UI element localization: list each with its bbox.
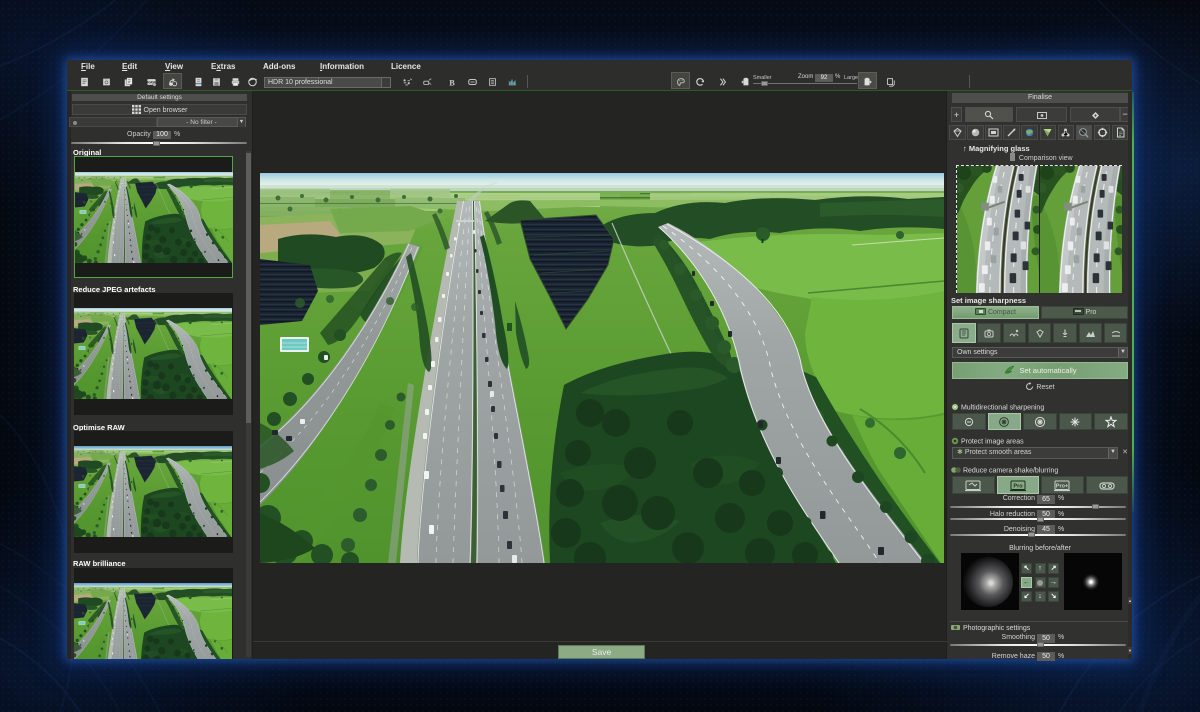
svg-text:Pro+: Pro+	[1056, 483, 1068, 489]
svg-text:Pro: Pro	[1013, 483, 1023, 489]
svg-text:B: B	[449, 78, 455, 87]
